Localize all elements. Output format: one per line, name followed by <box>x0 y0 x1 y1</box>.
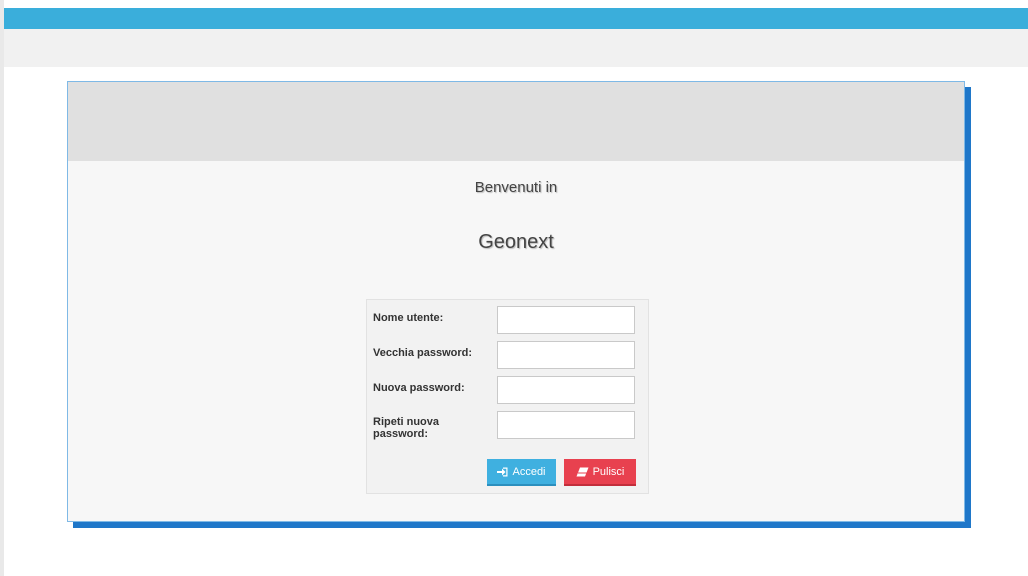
username-input[interactable] <box>497 306 635 334</box>
password-change-form: Nome utente: Vecchia password: Nuova pas… <box>366 299 649 494</box>
left-edge <box>0 0 4 576</box>
sign-in-icon <box>497 467 508 477</box>
welcome-text: Benvenuti in <box>474 179 558 196</box>
page: Benvenuti in Geonext Nome utente: Vecchi… <box>0 0 1028 576</box>
card-header <box>68 82 964 161</box>
repeat-password-label: Ripeti nuova password: <box>373 416 493 440</box>
repeat-password-label-line1: Ripeti nuova <box>373 416 440 428</box>
sub-bar <box>4 29 1028 67</box>
accedi-label: Accedi <box>512 465 546 478</box>
top-strip <box>0 0 1028 8</box>
username-label: Nome utente: <box>373 312 444 324</box>
pulisci-button[interactable]: Pulisci <box>564 459 636 486</box>
new-password-label: Nuova password: <box>373 382 465 394</box>
repeat-password-input[interactable] <box>497 411 635 439</box>
repeat-password-label-line2: password: <box>373 428 429 440</box>
top-bar <box>4 8 1028 29</box>
old-password-input[interactable] <box>497 341 635 369</box>
old-password-label: Vecchia password: <box>373 347 473 359</box>
accedi-button[interactable]: Accedi <box>487 459 556 486</box>
new-password-input[interactable] <box>497 376 635 404</box>
pulisci-label: Pulisci <box>592 465 625 478</box>
login-card: Benvenuti in Geonext Nome utente: Vecchi… <box>67 81 965 522</box>
eraser-icon <box>576 467 589 477</box>
app-name: Geonext <box>478 231 554 253</box>
